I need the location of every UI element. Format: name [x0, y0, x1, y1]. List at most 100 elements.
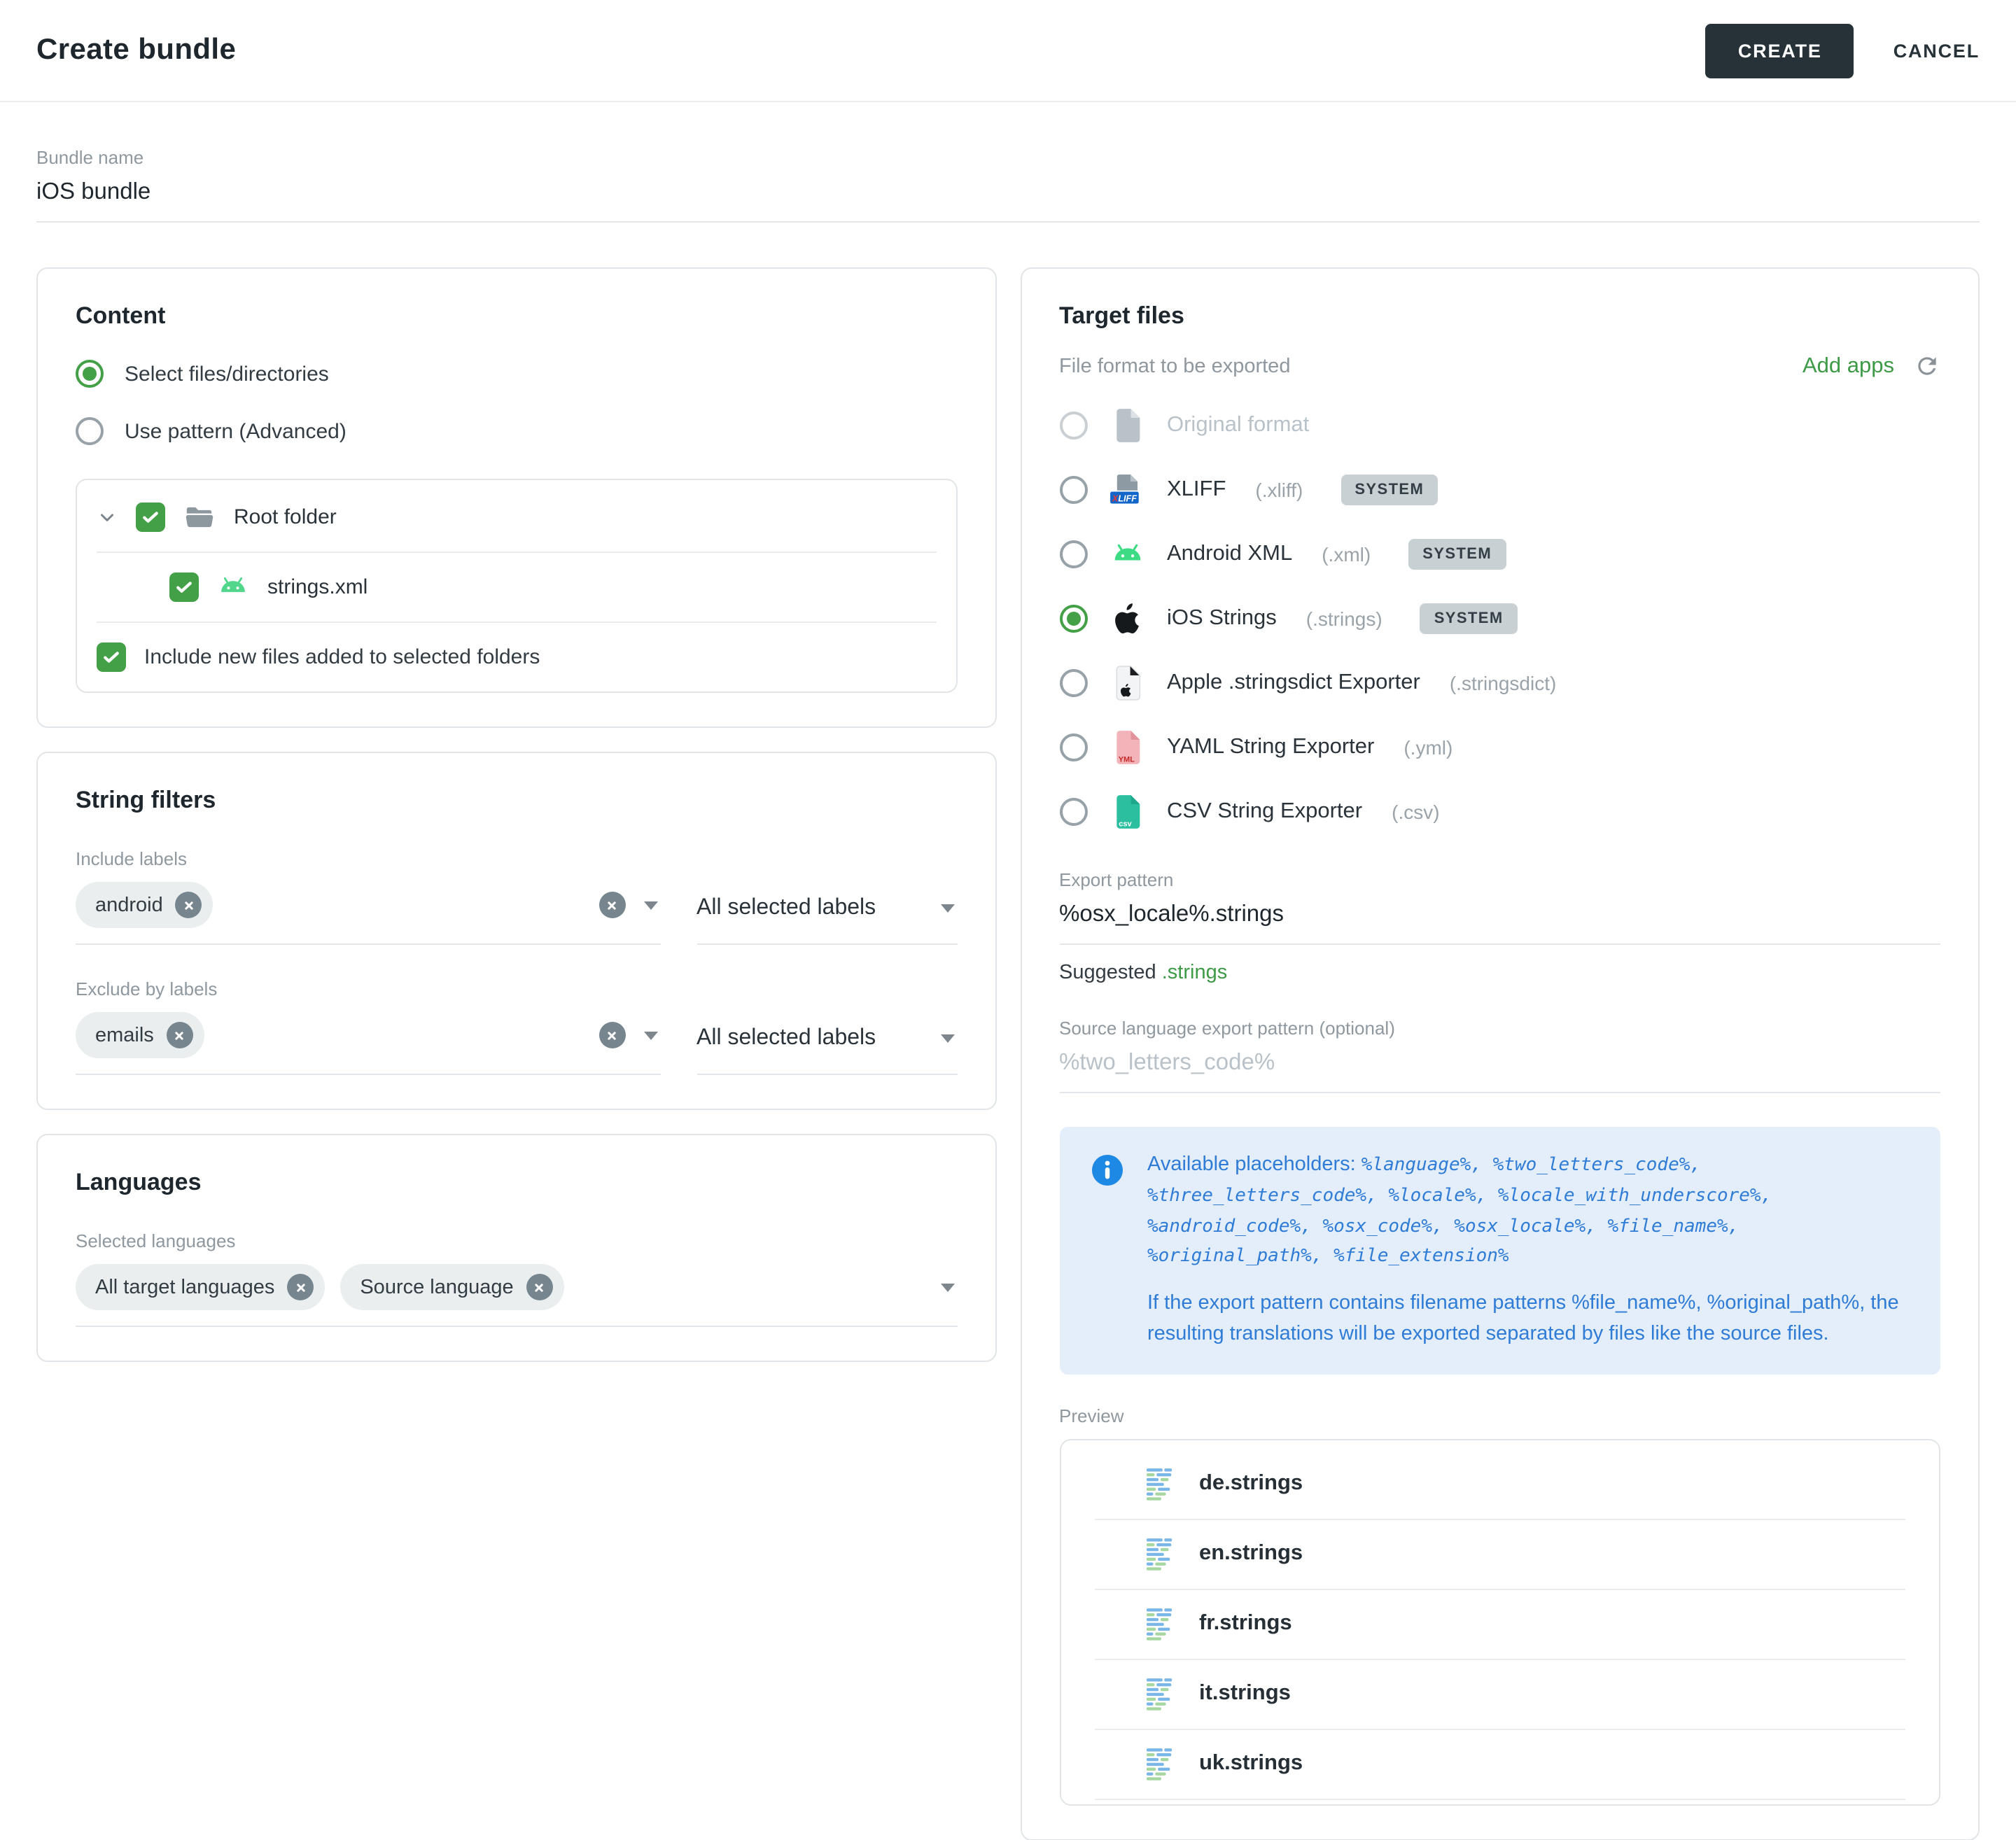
bundle-name-block: Bundle name	[36, 147, 1980, 223]
preview-file-name: en.strings	[1199, 1541, 1303, 1566]
stringsdict-icon	[1108, 665, 1146, 701]
radio-original-format	[1059, 412, 1087, 440]
suggested-extension[interactable]: .strings	[1162, 962, 1228, 984]
two-column-layout: Content Select files/directories Use pat…	[36, 267, 1980, 1840]
clear-labels-icon[interactable]	[598, 892, 625, 918]
content-title: Content	[76, 302, 957, 330]
format-name: YAML String Exporter	[1167, 735, 1374, 760]
format-row-csv[interactable]: csv CSV String Exporter (.csv)	[1059, 780, 1940, 844]
header-bar: Create bundle CREATE CANCEL	[0, 0, 2016, 102]
chip-source-language: Source language	[340, 1264, 564, 1310]
divider	[1094, 1588, 1905, 1589]
chevron-down-icon[interactable]	[97, 507, 118, 528]
source-pattern-label: Source language export pattern (optional…	[1059, 1018, 1940, 1039]
android-file-icon	[217, 571, 249, 603]
format-name: iOS Strings	[1167, 606, 1277, 631]
languages-dropdown-caret[interactable]	[940, 1283, 954, 1291]
svg-text:YML: YML	[1119, 756, 1135, 764]
preview-row: de.strings	[1060, 1451, 1939, 1517]
preview-list: de.strings	[1059, 1438, 1940, 1805]
string-filters-title: String filters	[76, 787, 957, 815]
strings-file-icon	[1144, 1745, 1174, 1783]
page-title: Create bundle	[36, 34, 236, 67]
add-apps-group: Add apps	[1802, 353, 1940, 379]
chevron-down-icon	[940, 904, 954, 912]
radio-yaml[interactable]	[1059, 733, 1087, 761]
format-row-xliff[interactable]: XLIFF XLIFF (.xliff) SYSTEM	[1059, 458, 1940, 522]
field-controls	[940, 1283, 957, 1291]
bundle-name-input[interactable]	[36, 168, 1980, 223]
preview-file-name: uk.strings	[1199, 1751, 1303, 1776]
include-new-files-row[interactable]: Include new files added to selected fold…	[97, 623, 936, 686]
include-labels-field[interactable]: android	[76, 875, 660, 945]
format-row-yaml[interactable]: YML YAML String Exporter (.yml)	[1059, 715, 1940, 780]
format-ext: (.stringsdict)	[1450, 672, 1556, 694]
chip-remove-icon[interactable]	[176, 892, 202, 918]
radio-xliff[interactable]	[1059, 476, 1087, 504]
format-row-android-xml[interactable]: Android XML (.xml) SYSTEM	[1059, 522, 1940, 587]
chip-remove-icon[interactable]	[287, 1274, 314, 1300]
source-pattern-input[interactable]	[1059, 1039, 1940, 1093]
include-labels-label: Include labels	[76, 848, 957, 869]
folder-icon	[183, 501, 216, 533]
format-ext: (.xml)	[1322, 543, 1371, 566]
info-text: Available placeholders: %language%, %two…	[1147, 1151, 1910, 1350]
exclude-mode-select[interactable]: All selected labels	[696, 1005, 957, 1075]
radio-select-files[interactable]	[76, 360, 104, 388]
format-row-stringsdict[interactable]: Apple .stringsdict Exporter (.stringsdic…	[1059, 651, 1940, 715]
cancel-button[interactable]: CANCEL	[1893, 40, 1980, 61]
exclude-labels-field[interactable]: emails	[76, 1005, 660, 1075]
chip-label: emails	[95, 1024, 154, 1046]
preview-row: it.strings	[1060, 1661, 1939, 1727]
labels-dropdown-caret[interactable]	[643, 901, 657, 909]
format-row-ios-strings[interactable]: iOS Strings (.strings) SYSTEM	[1059, 587, 1940, 651]
selected-languages-field[interactable]: All target languages Source language	[76, 1257, 957, 1327]
header-actions: CREATE CANCEL	[1706, 23, 1980, 78]
radio-use-pattern-label: Use pattern (Advanced)	[125, 419, 346, 443]
include-new-files-checkbox[interactable]	[97, 642, 126, 672]
chip-remove-icon[interactable]	[526, 1274, 553, 1300]
file-label: strings.xml	[267, 575, 368, 599]
field-controls	[598, 1022, 660, 1048]
preview-file-name: de.strings	[1199, 1471, 1303, 1496]
add-apps-link[interactable]: Add apps	[1802, 353, 1894, 379]
radio-row-use-pattern[interactable]: Use pattern (Advanced)	[76, 417, 957, 445]
xliff-icon: XLIFF	[1108, 473, 1146, 507]
format-name: Android XML	[1167, 542, 1292, 567]
bundle-name-label: Bundle name	[36, 147, 1980, 168]
chip-label: All target languages	[95, 1276, 274, 1298]
include-mode-select[interactable]: All selected labels	[696, 875, 957, 945]
clear-labels-icon[interactable]	[598, 1022, 625, 1048]
create-button[interactable]: CREATE	[1706, 23, 1854, 78]
create-bundle-page: Create bundle CREATE CANCEL Bundle name …	[0, 0, 2016, 1713]
file-checkbox[interactable]	[169, 573, 199, 602]
radio-stringsdict[interactable]	[1059, 669, 1087, 697]
radio-ios-strings[interactable]	[1059, 605, 1087, 633]
info-intro: Available placeholders:	[1147, 1153, 1356, 1176]
format-name: CSV String Exporter	[1167, 799, 1362, 824]
chip-label: android	[95, 894, 163, 916]
format-ext: (.xliff)	[1255, 479, 1303, 501]
strings-file-icon	[1144, 1465, 1174, 1503]
suggested-row: Suggested .strings	[1059, 962, 1940, 984]
strings-file-icon	[1144, 1535, 1174, 1573]
export-pattern-input[interactable]	[1059, 890, 1940, 945]
radio-row-select-files[interactable]: Select files/directories	[76, 360, 957, 388]
divider	[1094, 1518, 1905, 1519]
preview-file-name: it.strings	[1199, 1681, 1291, 1706]
string-filters-card: String filters Include labels android	[36, 752, 996, 1110]
info-box: Available placeholders: %language%, %two…	[1059, 1127, 1940, 1374]
chip-remove-icon[interactable]	[167, 1022, 193, 1048]
radio-android-xml[interactable]	[1059, 540, 1087, 568]
preview-row: en.strings	[1060, 1521, 1939, 1587]
refresh-icon[interactable]	[1914, 353, 1940, 379]
info-note: If the export pattern contains filename …	[1147, 1289, 1910, 1350]
selected-languages-label: Selected languages	[76, 1230, 957, 1251]
format-ext: (.csv)	[1392, 801, 1439, 823]
radio-use-pattern[interactable]	[76, 417, 104, 445]
preview-row: uk.strings	[1060, 1731, 1939, 1797]
export-pattern-block: Export pattern	[1059, 869, 1940, 945]
radio-csv[interactable]	[1059, 798, 1087, 826]
root-folder-checkbox[interactable]	[136, 503, 165, 532]
labels-dropdown-caret[interactable]	[643, 1031, 657, 1039]
